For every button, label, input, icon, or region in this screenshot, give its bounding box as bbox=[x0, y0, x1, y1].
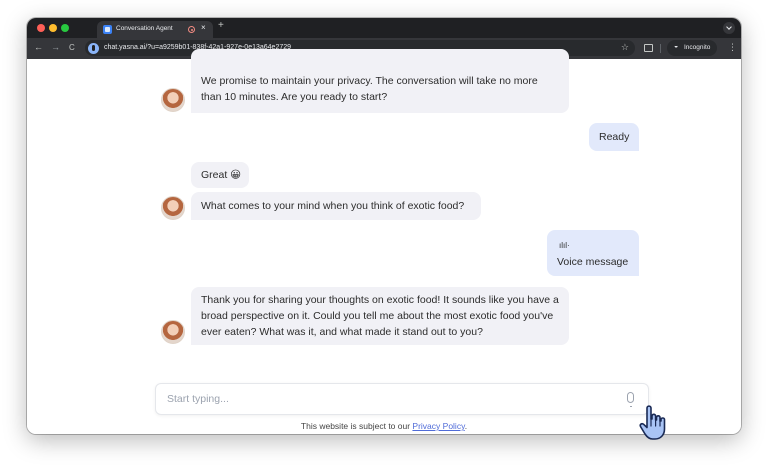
chat-page: We promise to maintain your privacy. The… bbox=[27, 49, 741, 434]
privacy-policy-link[interactable]: Privacy Policy bbox=[412, 421, 464, 431]
new-tab-button[interactable]: + bbox=[218, 20, 224, 31]
user-message-text: Ready bbox=[599, 131, 630, 143]
toolbar-divider bbox=[660, 44, 661, 53]
tab-close-button[interactable]: × bbox=[201, 23, 206, 32]
user-message-bubble: Ready bbox=[589, 123, 639, 151]
message-input[interactable] bbox=[155, 383, 649, 415]
forward-button[interactable]: → bbox=[51, 42, 60, 52]
agent-avatar bbox=[161, 88, 185, 112]
audio-waveform-icon: ılıl· bbox=[559, 241, 570, 250]
incognito-label: Incognito bbox=[684, 44, 711, 51]
footer-end: . bbox=[464, 421, 468, 431]
bookmark-star-icon[interactable]: ☆ bbox=[621, 42, 629, 53]
bot-message-text: Thank you for sharing your thoughts on e… bbox=[201, 294, 559, 338]
hand-cursor-icon bbox=[639, 405, 666, 440]
microphone-icon[interactable] bbox=[627, 392, 634, 407]
back-button[interactable]: ← bbox=[34, 42, 43, 52]
minimize-window-button[interactable] bbox=[49, 24, 57, 32]
tab-strip: Conversation Agent × + bbox=[27, 18, 741, 38]
reading-mode-icon[interactable] bbox=[644, 44, 653, 52]
voice-message-bubble[interactable]: ılıl· Voice message bbox=[547, 230, 639, 276]
incognito-badge[interactable]: ◒ Incognito bbox=[667, 40, 717, 56]
privacy-footer: This website is subject to our Privacy P… bbox=[27, 421, 741, 431]
close-window-button[interactable] bbox=[37, 24, 45, 32]
site-info-icon[interactable] bbox=[88, 42, 99, 54]
incognito-icon: ◒ bbox=[674, 43, 679, 50]
browser-window: Conversation Agent × + ← → C chat.yasna.… bbox=[27, 18, 741, 434]
footer-text: This website is subject to our bbox=[300, 421, 413, 431]
reload-button[interactable]: C bbox=[69, 43, 75, 52]
agent-avatar bbox=[161, 320, 185, 344]
favicon-icon bbox=[103, 25, 112, 34]
bot-message-text: What comes to your mind when you think o… bbox=[201, 200, 465, 212]
bot-message-bubble: We promise to maintain your privacy. The… bbox=[191, 49, 569, 113]
recording-icon bbox=[188, 26, 195, 33]
browser-menu-icon[interactable]: ⋮ bbox=[728, 42, 737, 53]
tab-search-chevron-icon[interactable] bbox=[723, 22, 735, 34]
voice-message-label: Voice message bbox=[557, 256, 629, 268]
agent-avatar bbox=[161, 196, 185, 220]
bot-message-bubble: Great 😀 bbox=[191, 162, 249, 188]
bot-message-text: We promise to maintain your privacy. The… bbox=[201, 75, 538, 103]
bot-message-bubble: Thank you for sharing your thoughts on e… bbox=[191, 287, 569, 345]
tab-conversation-agent[interactable]: Conversation Agent × bbox=[97, 21, 213, 38]
bot-message-text: Great 😀 bbox=[201, 169, 242, 181]
bot-message-bubble: What comes to your mind when you think o… bbox=[191, 192, 481, 220]
maximize-window-button[interactable] bbox=[61, 24, 69, 32]
tab-title: Conversation Agent bbox=[116, 25, 173, 32]
